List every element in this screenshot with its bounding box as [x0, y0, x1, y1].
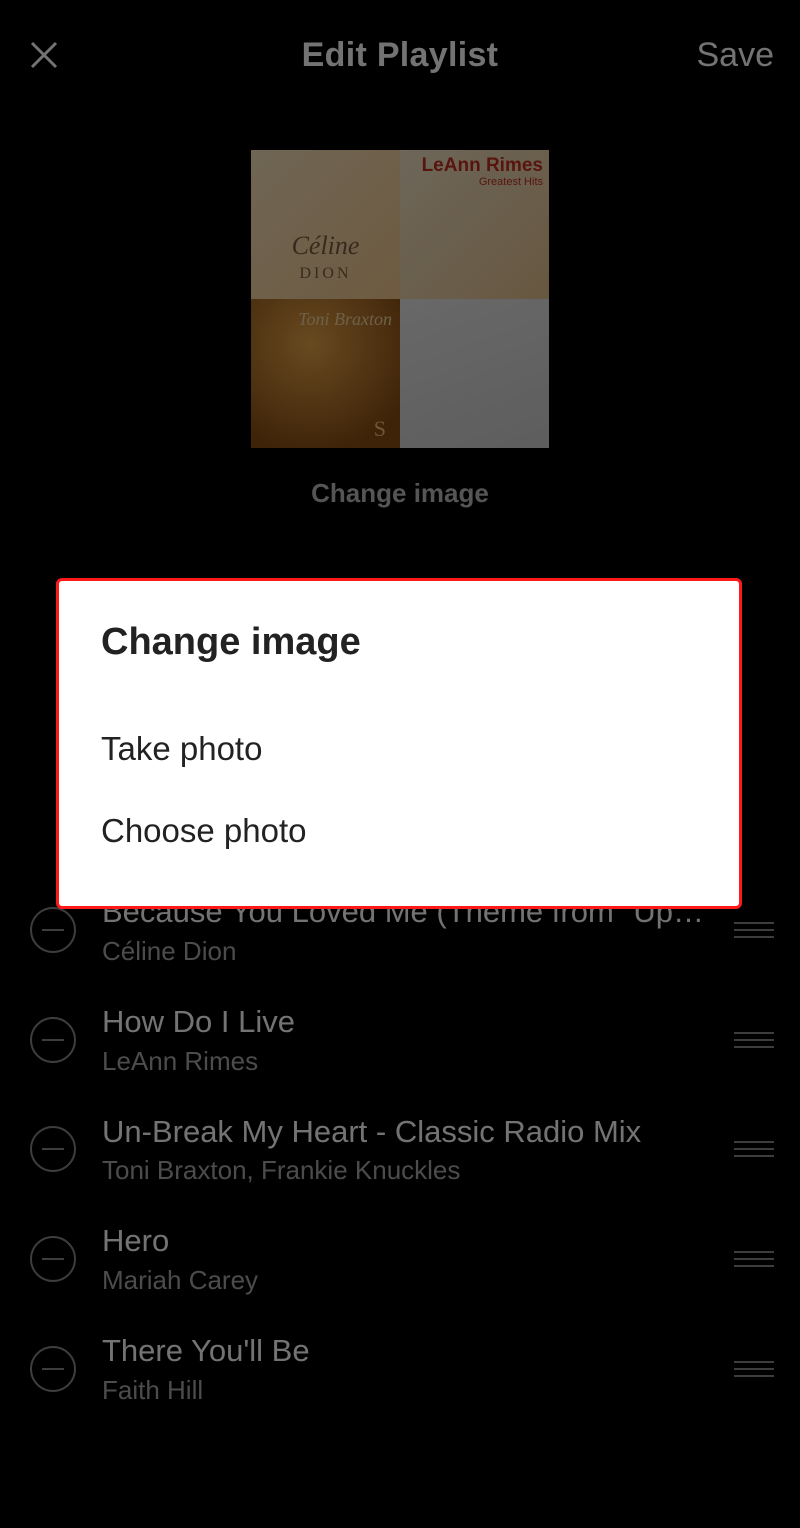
drag-handle-icon[interactable]	[732, 1141, 776, 1157]
save-button[interactable]: Save	[697, 36, 775, 75]
cover-cell-text: S	[374, 416, 390, 442]
cover-cell-text: Céline	[251, 231, 400, 261]
song-info[interactable]: How Do I Live LeAnn Rimes	[102, 1003, 706, 1077]
song-title: Un-Break My Heart - Classic Radio Mix	[102, 1113, 706, 1152]
header: Edit Playlist Save	[0, 0, 800, 110]
minus-icon	[42, 1368, 64, 1370]
minus-icon	[42, 1148, 64, 1150]
edit-playlist-screen: Edit Playlist Save Céline DION LeAnn Rim…	[0, 0, 800, 1528]
song-artist: Céline Dion	[102, 936, 706, 967]
change-image-popup: Change image Take photo Choose photo	[56, 578, 742, 909]
minus-icon	[42, 1039, 64, 1041]
remove-song-button[interactable]	[30, 1236, 76, 1282]
remove-song-button[interactable]	[30, 1346, 76, 1392]
song-info[interactable]: Hero Mariah Carey	[102, 1222, 706, 1296]
cover-cell-2: LeAnn Rimes Greatest Hits	[400, 150, 549, 299]
close-icon[interactable]	[26, 37, 62, 73]
song-artist: Mariah Carey	[102, 1265, 706, 1296]
popup-title: Change image	[101, 621, 697, 664]
choose-photo-option[interactable]: Choose photo	[101, 790, 697, 872]
song-row: Hero Mariah Carey	[0, 1204, 800, 1314]
song-artist: Faith Hill	[102, 1375, 706, 1406]
cover-cell-text: Toni Braxton	[298, 309, 392, 330]
song-row: There You'll Be Faith Hill	[0, 1314, 800, 1424]
cover-cell-text: DION	[251, 265, 400, 283]
drag-handle-icon[interactable]	[732, 922, 776, 938]
cover-cell-4	[400, 299, 549, 448]
song-title: There You'll Be	[102, 1332, 706, 1371]
minus-icon	[42, 1258, 64, 1260]
song-row: Un-Break My Heart - Classic Radio Mix To…	[0, 1095, 800, 1205]
song-title: How Do I Live	[102, 1003, 706, 1042]
song-list: Because You Loved Me (Theme from "Up Clo…	[0, 875, 800, 1424]
page-title: Edit Playlist	[0, 36, 800, 75]
song-artist: Toni Braxton, Frankie Knuckles	[102, 1155, 706, 1186]
song-artist: LeAnn Rimes	[102, 1046, 706, 1077]
drag-handle-icon[interactable]	[732, 1361, 776, 1377]
cover-cell-3: Toni Braxton S	[251, 299, 400, 448]
remove-song-button[interactable]	[30, 1126, 76, 1172]
song-title: Hero	[102, 1222, 706, 1261]
take-photo-option[interactable]: Take photo	[101, 708, 697, 790]
remove-song-button[interactable]	[30, 907, 76, 953]
cover-cell-text: LeAnn Rimes	[406, 156, 543, 175]
drag-handle-icon[interactable]	[732, 1032, 776, 1048]
minus-icon	[42, 929, 64, 931]
change-image-link[interactable]: Change image	[0, 478, 800, 509]
song-info[interactable]: There You'll Be Faith Hill	[102, 1332, 706, 1406]
playlist-cover[interactable]: Céline DION LeAnn Rimes Greatest Hits To…	[251, 150, 549, 448]
remove-song-button[interactable]	[30, 1017, 76, 1063]
song-info[interactable]: Un-Break My Heart - Classic Radio Mix To…	[102, 1113, 706, 1187]
drag-handle-icon[interactable]	[732, 1251, 776, 1267]
song-row: How Do I Live LeAnn Rimes	[0, 985, 800, 1095]
cover-cell-text: Greatest Hits	[479, 176, 543, 188]
cover-cell-1: Céline DION	[251, 150, 400, 299]
